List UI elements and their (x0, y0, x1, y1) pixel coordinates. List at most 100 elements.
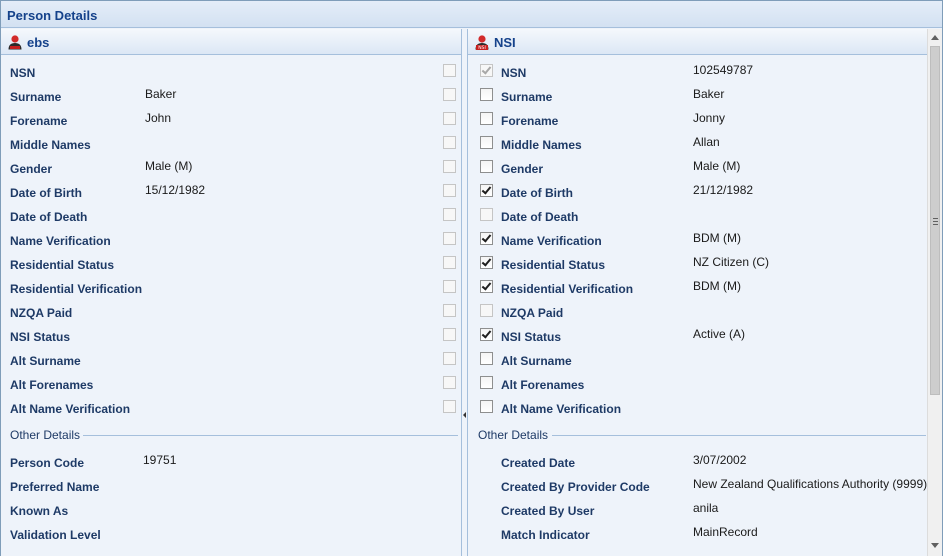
field-label: Gender (10, 162, 53, 176)
window-title: Person Details (7, 8, 98, 23)
field-row: Surname Baker (1, 87, 461, 107)
field-value: BDM (M) (693, 231, 741, 245)
field-checkbox[interactable] (443, 136, 456, 149)
detail-label: Validation Level (10, 528, 101, 542)
field-row: Date of Death (468, 207, 927, 227)
field-checkbox[interactable] (480, 184, 493, 197)
field-checkbox[interactable] (443, 328, 456, 341)
field-checkbox[interactable] (480, 328, 493, 341)
field-checkbox[interactable] (443, 280, 456, 293)
field-checkbox[interactable] (443, 64, 456, 77)
field-label: Alt Surname (10, 354, 81, 368)
checkmark-icon (481, 328, 492, 339)
field-label: Forename (501, 114, 559, 128)
field-row: NZQA Paid (468, 303, 927, 323)
field-value: 15/12/1982 (145, 183, 206, 197)
field-label: Date of Death (501, 210, 579, 224)
nsi-panel-header: NSI NSI (468, 29, 927, 55)
detail-label: Known As (10, 504, 69, 518)
detail-row: Person Code 19751 (1, 453, 461, 473)
detail-value: MainRecord (693, 525, 758, 539)
field-checkbox[interactable] (480, 256, 493, 269)
field-checkbox[interactable] (480, 160, 493, 173)
field-checkbox[interactable] (443, 160, 456, 173)
detail-value: 3/07/2002 (693, 453, 747, 467)
field-checkbox[interactable] (443, 232, 456, 245)
field-checkbox[interactable] (443, 352, 456, 365)
detail-row: Match Indicator MainRecord (468, 525, 927, 545)
field-checkbox[interactable] (443, 400, 456, 413)
collapse-arrow-icon[interactable] (463, 412, 466, 418)
field-checkbox[interactable] (443, 88, 456, 101)
field-label: Alt Name Verification (10, 402, 131, 416)
field-checkbox[interactable] (480, 64, 493, 77)
detail-value: New Zealand Qualifications Authority (99… (693, 477, 927, 491)
field-row: NSN 102549787 (468, 63, 927, 83)
field-checkbox[interactable] (480, 112, 493, 125)
field-checkbox[interactable] (480, 88, 493, 101)
field-label: Residential Status (501, 258, 606, 272)
field-checkbox[interactable] (443, 208, 456, 221)
field-label: Surname (10, 90, 62, 104)
field-checkbox[interactable] (480, 352, 493, 365)
grip-line (933, 218, 938, 219)
field-value: John (145, 111, 172, 125)
field-label: NZQA Paid (10, 306, 73, 320)
person-details-window: Person Details ebs NSN Surname Baker Forena… (0, 0, 943, 556)
field-row: Alt Forenames (1, 375, 461, 395)
field-checkbox[interactable] (480, 232, 493, 245)
field-label: Alt Name Verification (501, 402, 622, 416)
field-checkbox[interactable] (480, 208, 493, 221)
detail-row: Created By User anila (468, 501, 927, 521)
nsi-person-icon: NSI (475, 35, 489, 50)
field-checkbox[interactable] (443, 376, 456, 389)
nsi-panel: NSI NSI NSN 102549787 Surname Baker Forename… (467, 29, 927, 556)
field-row: Alt Surname (468, 351, 927, 371)
ebs-panel-title: ebs (27, 35, 50, 50)
field-label: Alt Forenames (501, 378, 585, 392)
section-divider (552, 435, 926, 436)
field-checkbox[interactable] (480, 400, 493, 413)
checkmark-icon (481, 232, 492, 243)
field-label: Residential Verification (10, 282, 143, 296)
field-row: Forename Jonny (468, 111, 927, 131)
field-label: Middle Names (10, 138, 91, 152)
field-checkbox[interactable] (480, 136, 493, 149)
field-label: Forename (10, 114, 68, 128)
person-icon (8, 35, 22, 50)
field-value: Allan (693, 135, 720, 149)
field-label: Surname (501, 90, 553, 104)
field-value: Jonny (693, 111, 726, 125)
field-row: Residential Verification (1, 279, 461, 299)
field-row: Middle Names (1, 135, 461, 155)
field-checkbox[interactable] (480, 304, 493, 317)
scrollbar-thumb[interactable] (930, 46, 940, 395)
field-label: NSI Status (501, 330, 562, 344)
field-checkbox[interactable] (480, 280, 493, 293)
nsi-panel-title: NSI (494, 35, 516, 50)
field-value: Active (A) (693, 327, 746, 341)
detail-label: Preferred Name (10, 480, 100, 494)
scroll-up-arrow-icon[interactable] (931, 35, 939, 40)
detail-value: anila (693, 501, 719, 515)
checkmark-icon (481, 64, 492, 75)
detail-label: Created Date (501, 456, 576, 470)
field-label: Middle Names (501, 138, 582, 152)
field-checkbox[interactable] (443, 184, 456, 197)
field-checkbox[interactable] (443, 256, 456, 269)
checkmark-icon (481, 184, 492, 195)
field-checkbox[interactable] (480, 376, 493, 389)
field-row: Alt Name Verification (1, 399, 461, 419)
field-label: Name Verification (10, 234, 111, 248)
field-label: NSN (501, 66, 527, 80)
vertical-scrollbar[interactable] (927, 29, 942, 556)
scroll-down-arrow-icon[interactable] (931, 543, 939, 548)
field-row: Middle Names Allan (468, 135, 927, 155)
field-row: NSI Status Active (A) (468, 327, 927, 347)
field-label: Name Verification (501, 234, 602, 248)
field-value: Male (M) (693, 159, 741, 173)
field-checkbox[interactable] (443, 112, 456, 125)
field-row: NSN (1, 63, 461, 83)
grip-line (933, 221, 938, 222)
field-checkbox[interactable] (443, 304, 456, 317)
